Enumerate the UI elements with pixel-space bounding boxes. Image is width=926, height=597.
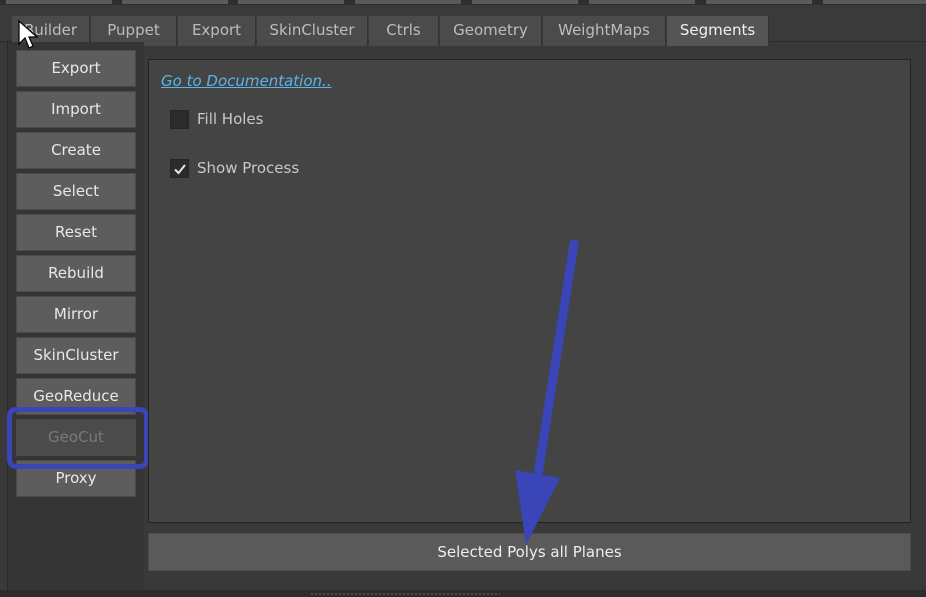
import-button[interactable]: Import: [16, 91, 136, 128]
mirror-button[interactable]: Mirror: [16, 296, 136, 333]
documentation-link[interactable]: Go to Documentation..: [161, 72, 332, 90]
skincluster-button[interactable]: SkinCluster: [16, 337, 136, 374]
tab-bar: Builder Puppet Export SkinCluster Ctrls …: [0, 5, 926, 46]
tab-geometry[interactable]: Geometry: [440, 16, 542, 46]
fill-holes-checkbox[interactable]: [170, 109, 189, 129]
reset-button[interactable]: Reset: [16, 214, 136, 251]
top-strip-button[interactable]: [355, 0, 461, 4]
tab-segments[interactable]: Segments: [667, 16, 769, 46]
top-strip-button[interactable]: [472, 0, 578, 4]
create-button[interactable]: Create: [16, 132, 136, 169]
tab-weightmaps[interactable]: WeightMaps: [543, 16, 666, 46]
app-window: Builder Puppet Export SkinCluster Ctrls …: [0, 0, 926, 597]
select-button[interactable]: Select: [16, 173, 136, 210]
show-process-option[interactable]: Show Process: [170, 158, 299, 178]
top-strip-button[interactable]: [6, 0, 112, 4]
top-strip-button[interactable]: [238, 0, 344, 4]
selected-polys-all-planes-button[interactable]: Selected Polys all Planes: [148, 533, 911, 571]
tab-export[interactable]: Export: [178, 16, 256, 46]
rebuild-button[interactable]: Rebuild: [16, 255, 136, 292]
tab-ctrls[interactable]: Ctrls: [369, 16, 439, 46]
top-strip-button[interactable]: [706, 0, 812, 4]
annotation-highlight-box: [7, 407, 149, 469]
fill-holes-label: Fill Holes: [197, 110, 264, 128]
export-button[interactable]: Export: [16, 50, 136, 87]
checkmark-icon: [174, 163, 186, 174]
fill-holes-option[interactable]: Fill Holes: [170, 109, 263, 129]
top-strip-button[interactable]: [122, 0, 228, 4]
show-process-label: Show Process: [197, 159, 300, 177]
tab-skincluster[interactable]: SkinCluster: [257, 16, 368, 46]
resize-handle[interactable]: [310, 593, 500, 595]
top-strip-button[interactable]: [823, 0, 926, 4]
top-strip-button[interactable]: [589, 0, 695, 4]
show-process-checkbox[interactable]: [170, 158, 189, 178]
